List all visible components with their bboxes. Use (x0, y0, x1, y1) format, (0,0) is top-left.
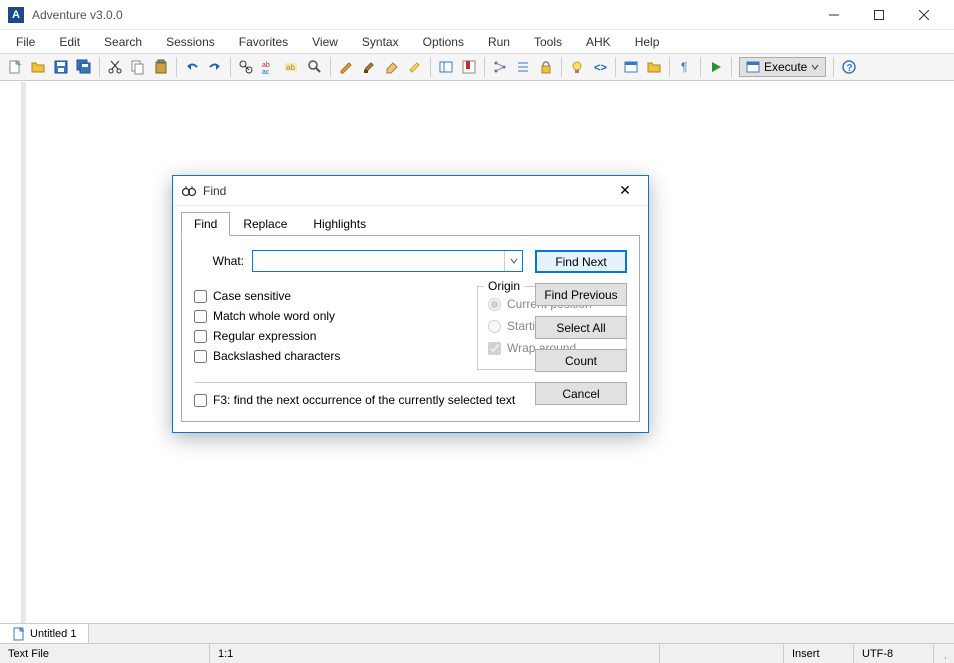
resize-grip[interactable] (934, 644, 954, 663)
svg-text:¶: ¶ (681, 60, 687, 74)
folder-icon[interactable] (643, 56, 665, 78)
document-tab[interactable]: Untitled 1 (0, 624, 89, 643)
code-icon[interactable]: <> (589, 56, 611, 78)
status-spacer (660, 644, 784, 663)
count-button[interactable]: Count (535, 349, 627, 372)
tab-replace[interactable]: Replace (230, 212, 300, 236)
regex-checkbox[interactable]: Regular expression (194, 326, 465, 346)
status-encoding: UTF-8 (854, 644, 934, 663)
save-all-icon[interactable] (73, 56, 95, 78)
chevron-down-icon (811, 63, 819, 71)
pencil-icon[interactable] (335, 56, 357, 78)
minimize-button[interactable] (811, 0, 856, 30)
line-gutter (0, 82, 22, 623)
menu-syntax[interactable]: Syntax (350, 32, 411, 52)
find-history-dropdown[interactable] (504, 251, 522, 271)
redo-icon[interactable] (204, 56, 226, 78)
tree-icon[interactable] (489, 56, 511, 78)
svg-text:+: + (17, 60, 22, 69)
svg-text:ac: ac (262, 69, 270, 75)
list-icon[interactable] (512, 56, 534, 78)
dialog-title: Find (203, 184, 610, 198)
replace-icon[interactable]: abac (258, 56, 280, 78)
binoculars-icon (181, 183, 197, 199)
f3-label: F3: find the next occurrence of the curr… (213, 393, 515, 407)
dialog-tabs: Find Replace Highlights (173, 212, 648, 236)
document-tabs: Untitled 1 (0, 623, 954, 643)
search-icon[interactable] (304, 56, 326, 78)
bookmark-icon[interactable] (458, 56, 480, 78)
copy-icon[interactable] (127, 56, 149, 78)
document-tab-label: Untitled 1 (30, 628, 76, 640)
origin-legend: Origin (484, 279, 524, 293)
menu-options[interactable]: Options (411, 32, 476, 52)
app-icon: A (8, 7, 24, 23)
status-file-type: Text File (0, 644, 210, 663)
highlight-icon[interactable]: ab (281, 56, 303, 78)
select-all-button[interactable]: Select All (535, 316, 627, 339)
window-titlebar: A Adventure v3.0.0 (0, 0, 954, 30)
paste-icon[interactable] (150, 56, 172, 78)
brush-icon[interactable] (358, 56, 380, 78)
backslashed-checkbox[interactable]: Backslashed characters (194, 346, 465, 366)
f3-checkbox[interactable] (194, 394, 207, 407)
window-icon[interactable] (620, 56, 642, 78)
menu-tools[interactable]: Tools (522, 32, 574, 52)
lock-icon[interactable] (535, 56, 557, 78)
menu-ahk[interactable]: AHK (574, 32, 623, 52)
window-title: Adventure v3.0.0 (32, 8, 811, 22)
status-position: 1:1 (210, 644, 660, 663)
find-icon[interactable] (235, 56, 257, 78)
open-folder-icon[interactable] (27, 56, 49, 78)
menu-run[interactable]: Run (476, 32, 522, 52)
maximize-button[interactable] (856, 0, 901, 30)
menu-search[interactable]: Search (92, 32, 154, 52)
menu-favorites[interactable]: Favorites (227, 32, 300, 52)
document-icon (12, 627, 26, 641)
help-icon[interactable]: ? (838, 56, 860, 78)
paragraph-icon[interactable]: ¶ (674, 56, 696, 78)
bulb-icon[interactable] (566, 56, 588, 78)
whole-word-checkbox[interactable]: Match whole word only (194, 306, 465, 326)
dialog-close-button[interactable]: ✕ (610, 178, 640, 204)
svg-text:<>: <> (594, 62, 607, 74)
cancel-button[interactable]: Cancel (535, 382, 627, 405)
tab-find[interactable]: Find (181, 212, 230, 236)
what-label: What: (194, 254, 244, 268)
menu-view[interactable]: View (300, 32, 350, 52)
case-sensitive-checkbox[interactable]: Case sensitive (194, 286, 465, 306)
find-next-button[interactable]: Find Next (535, 250, 627, 273)
save-icon[interactable] (50, 56, 72, 78)
menu-sessions[interactable]: Sessions (154, 32, 227, 52)
execute-button[interactable]: Execute (739, 57, 826, 77)
find-dialog: Find ✕ Find Replace Highlights What: Cas… (172, 175, 649, 433)
undo-icon[interactable] (181, 56, 203, 78)
tab-highlights[interactable]: Highlights (300, 212, 379, 236)
statusbar: Text File 1:1 Insert UTF-8 (0, 643, 954, 663)
panel-icon[interactable] (435, 56, 457, 78)
run-icon[interactable] (705, 56, 727, 78)
svg-text:ab: ab (262, 62, 270, 69)
eraser-icon[interactable] (381, 56, 403, 78)
highlighter-icon[interactable] (404, 56, 426, 78)
menu-file[interactable]: File (4, 32, 47, 52)
svg-text:?: ? (847, 63, 853, 74)
execute-icon (746, 60, 760, 74)
cut-icon[interactable] (104, 56, 126, 78)
status-insert-mode: Insert (784, 644, 854, 663)
execute-label: Execute (764, 60, 807, 74)
new-file-icon[interactable]: + (4, 56, 26, 78)
find-input[interactable] (253, 251, 504, 271)
dialog-content: What: Case sensitive Match whole word on… (181, 235, 640, 422)
menu-help[interactable]: Help (623, 32, 672, 52)
find-previous-button[interactable]: Find Previous (535, 283, 627, 306)
menu-edit[interactable]: Edit (47, 32, 92, 52)
menubar: File Edit Search Sessions Favorites View… (0, 30, 954, 53)
toolbar: + abac ab <> ¶ Execute ? (0, 53, 954, 81)
dialog-titlebar[interactable]: Find ✕ (173, 176, 648, 206)
close-button[interactable] (901, 0, 946, 30)
